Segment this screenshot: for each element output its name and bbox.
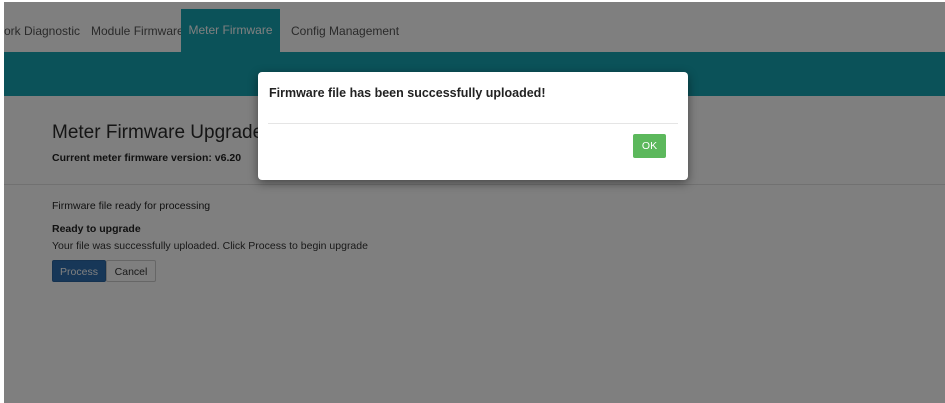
dialog-divider: [268, 123, 678, 124]
modal-backdrop[interactable]: [4, 2, 945, 403]
app-window: ork Diagnostic Module Firmware Meter Fir…: [4, 2, 945, 403]
dialog-message: Firmware file has been successfully uplo…: [269, 86, 546, 100]
upload-success-dialog: Firmware file has been successfully uplo…: [258, 72, 688, 180]
ok-button[interactable]: OK: [633, 134, 666, 158]
